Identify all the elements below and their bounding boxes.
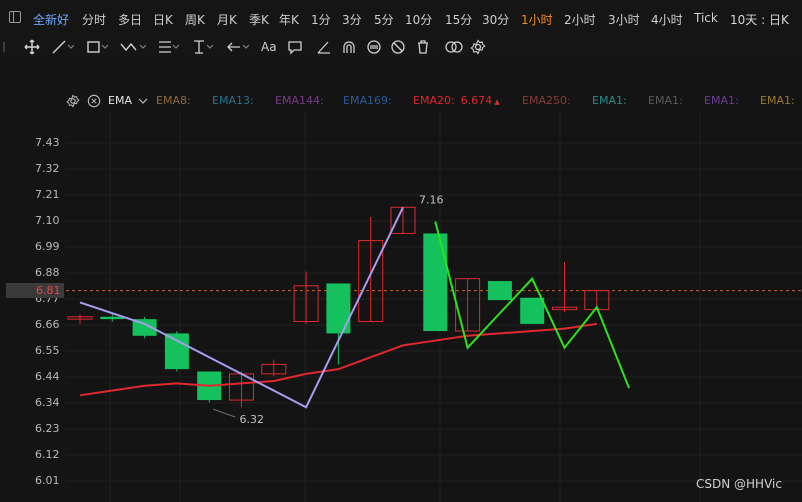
low-pointer: [213, 408, 236, 418]
low-annotation: 6.32: [240, 413, 265, 426]
candle-body: [326, 283, 351, 334]
current-price-tag: 6.81: [6, 283, 64, 298]
high-annotation: 7.16: [419, 193, 444, 206]
candle-body: [100, 316, 125, 320]
watermark: CSDN @HHVic: [696, 477, 782, 491]
candle-body: [520, 297, 545, 324]
candle-body: [487, 281, 512, 301]
candlestick-plot: 7.16 6.32: [66, 112, 802, 502]
current-price-value: 6.81: [36, 284, 61, 297]
candle-body: [164, 333, 189, 370]
candle-body: [423, 233, 448, 332]
